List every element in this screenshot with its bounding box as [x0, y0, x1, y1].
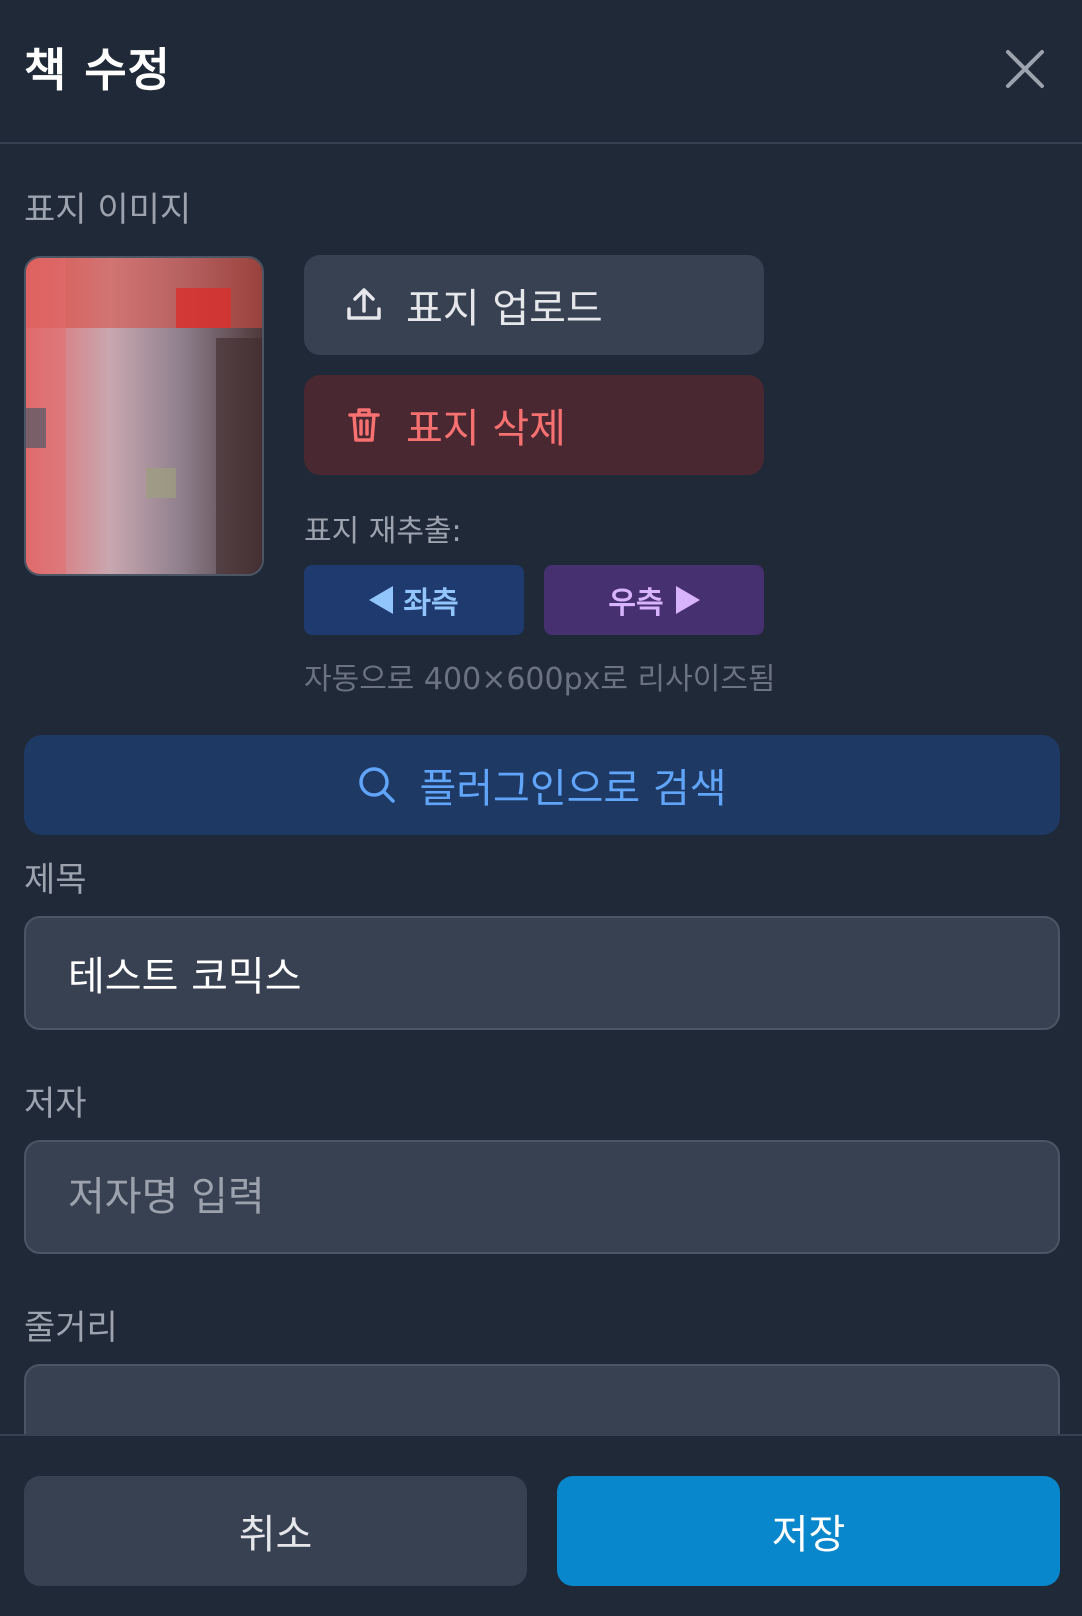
upload-icon: [347, 288, 381, 320]
close-icon[interactable]: [1002, 46, 1048, 92]
reextract-right-button[interactable]: 우측: [544, 565, 764, 635]
cover-image-label: 표지 이미지: [24, 190, 192, 230]
trash-icon: [348, 408, 380, 442]
author-input[interactable]: [24, 1140, 1060, 1254]
reextract-label: 표지 재추출:: [304, 514, 462, 549]
upload-cover-button[interactable]: 표지 업로드: [304, 255, 764, 355]
cover-image: [24, 256, 264, 576]
save-button[interactable]: 저장: [557, 1476, 1060, 1586]
modal-title: 책 수정: [24, 43, 171, 97]
reextract-left-button[interactable]: 좌측: [304, 565, 524, 635]
delete-cover-label: 표지 삭제: [406, 406, 566, 452]
summary-field-label: 줄거리: [24, 1308, 118, 1348]
reextract-left-label: 좌측: [403, 586, 459, 621]
modal-header: 책 수정: [0, 0, 1082, 144]
plugin-search-label: 플러그인으로 검색: [419, 766, 727, 812]
upload-cover-label: 표지 업로드: [406, 286, 603, 332]
resize-note: 자동으로 400×600px로 리사이즈됨: [304, 662, 776, 697]
cancel-button[interactable]: 취소: [24, 1476, 527, 1586]
delete-cover-button[interactable]: 표지 삭제: [304, 375, 764, 475]
author-field-label: 저자: [24, 1084, 87, 1124]
triangle-right-icon: [675, 586, 700, 614]
triangle-left-icon: [369, 586, 394, 614]
title-input[interactable]: [24, 916, 1060, 1030]
modal-footer: 취소 저장: [0, 1434, 1082, 1616]
modal-body[interactable]: 표지 이미지 표지 업로드 표지 삭제 표지 재추출: 좌측 우측 자동으로 4…: [0, 146, 1082, 1434]
summary-textarea[interactable]: [24, 1364, 1060, 1434]
plugin-search-button[interactable]: 플러그인으로 검색: [24, 735, 1060, 835]
title-field-label: 제목: [24, 860, 87, 900]
reextract-right-label: 우측: [608, 586, 664, 621]
search-icon: [359, 767, 396, 803]
